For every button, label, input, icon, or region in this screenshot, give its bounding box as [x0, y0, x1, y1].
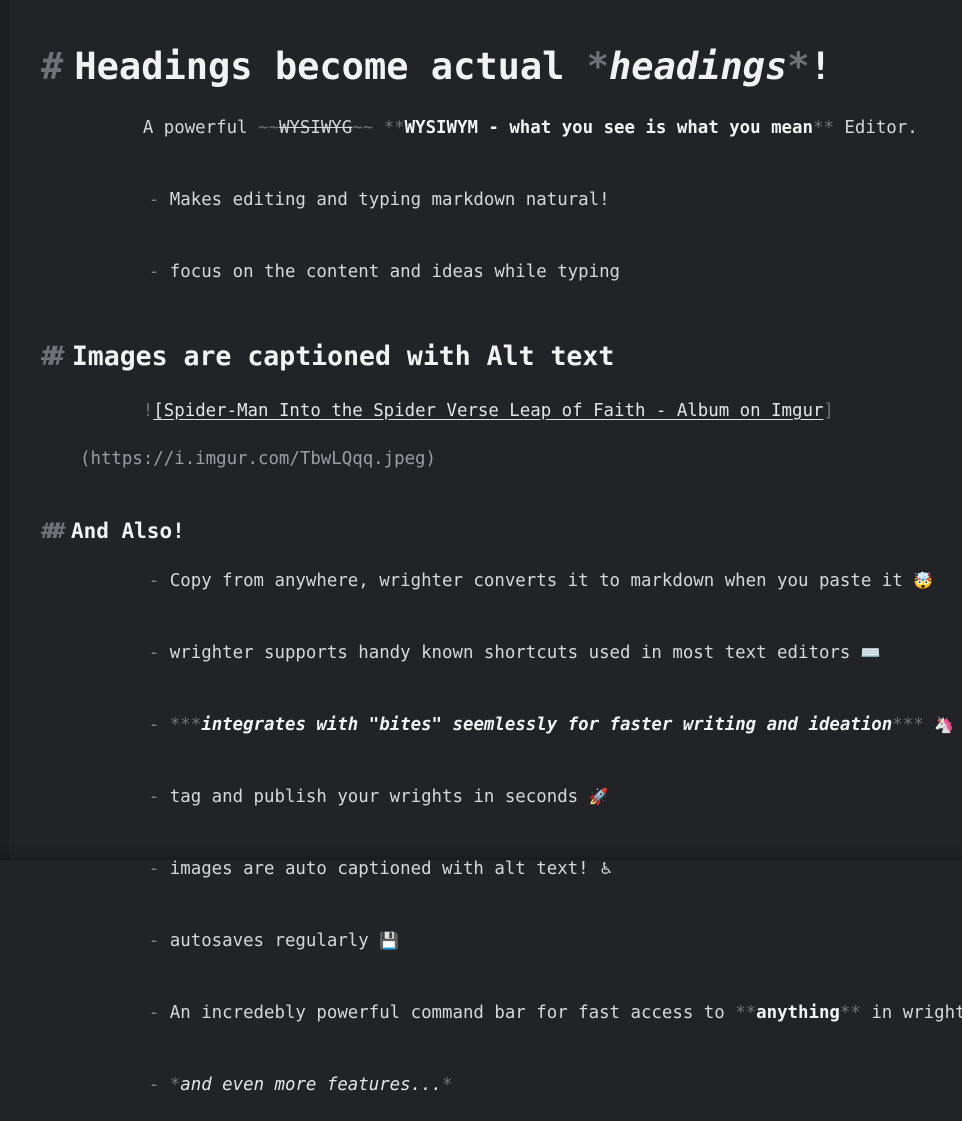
list-bullet-dash: - — [148, 1075, 160, 1095]
list-item-gap — [159, 787, 169, 807]
heading-1-text: Headings become actual — [74, 45, 587, 88]
exploding-head-emoji: 🤯 — [913, 571, 934, 590]
markdown-document[interactable]: # Headings become actual * headings *! A po… — [0, 0, 962, 1121]
heading-1-emphasis-text: headings — [609, 45, 788, 88]
list-item[interactable]: - images are auto captioned with alt tex… — [0, 833, 962, 905]
list-item-gap — [159, 1003, 169, 1023]
list-item[interactable]: - Makes editing and typing markdown natu… — [0, 164, 962, 236]
list-item-text: Makes editing and typing markdown natura… — [169, 190, 610, 210]
list-bullet-dash: - — [148, 643, 160, 663]
heading-3-text: And Also! — [70, 519, 185, 543]
heading-1-text-tail: ! — [809, 45, 832, 88]
bolditalic-close-marker: *** — [892, 715, 924, 735]
image-bang-marker: ! — [142, 401, 154, 421]
keyboard-emoji: ⌨️ — [860, 643, 881, 662]
list-item[interactable]: - autosaves regularly 💾 — [0, 905, 962, 977]
list-item-gap — [159, 571, 169, 591]
rocket-emoji: 🚀 — [588, 787, 609, 806]
list-item-gap — [159, 859, 169, 879]
unicorn-emoji: 🦄 — [934, 715, 955, 734]
paragraph-space — [373, 118, 383, 138]
list-item-gap — [159, 931, 169, 951]
list-item-text: tag and publish your wrights in seconds — [169, 787, 589, 807]
heading-2-hash-marker: ## — [41, 341, 64, 372]
bold-close-marker: ** — [812, 118, 834, 138]
list-bullet-dash: - — [148, 190, 160, 210]
paragraph-lead-text: A powerful — [142, 118, 258, 138]
image-bracket-close-marker: ] — [823, 401, 834, 421]
italic-open-marker: * — [169, 1075, 181, 1095]
heading-1-emphasis-close-marker: * — [787, 45, 810, 88]
list-bullet-dash: - — [148, 787, 160, 807]
bold-text-anything: anything — [756, 1003, 840, 1023]
image-url-text[interactable]: (https://i.imgur.com/TbwLQqq.jpeg) — [0, 447, 962, 471]
heading-level-1[interactable]: # Headings become actual * headings *! — [0, 42, 962, 92]
strikethrough-close-marker: ~~ — [352, 118, 374, 138]
list-item-text: Copy from anywhere, wrighter converts it… — [169, 571, 914, 591]
bold-open-marker: ** — [383, 118, 405, 138]
list-item-label — [159, 190, 169, 210]
list-item-text: focus on the content and ideas while typ… — [169, 262, 621, 282]
list-item-gap — [159, 715, 169, 735]
top-spacer — [0, 0, 962, 42]
image-alt-text-link[interactable]: Spider-Man Into the Spider Verse Leap of… — [164, 401, 824, 421]
list-item-text: An incredebly powerful command bar for f… — [169, 1003, 736, 1023]
strikethrough-open-marker: ~~ — [258, 118, 279, 138]
image-bracket-open-marker: [ — [153, 401, 164, 421]
list-bullet-dash: - — [148, 715, 160, 735]
list-item[interactable]: - tag and publish your wrights in second… — [0, 761, 962, 833]
markdown-editor-surface[interactable]: # Headings become actual * headings *! A po… — [0, 0, 962, 1095]
bolditalic-text-bites: integrates with "bites" seemlessly for f… — [201, 715, 893, 735]
list-bullet-dash: - — [148, 1003, 160, 1023]
list-item-text: wrighter supports handy known shortcuts … — [169, 643, 861, 663]
list-item-label — [159, 262, 169, 282]
bold-close-marker: ** — [839, 1003, 861, 1023]
list-item-gap — [924, 715, 934, 735]
list-bullet-dash: - — [148, 859, 160, 879]
strikethrough-text: WYSIWYG — [278, 118, 353, 138]
image-markdown-line[interactable]: ![Spider-Man Into the Spider Verse Leap … — [0, 375, 962, 447]
list-item[interactable]: - An incredebly powerful command bar for… — [0, 977, 962, 1049]
floppy-disk-emoji: 💾 — [379, 931, 400, 950]
heading-3-hash-marker: ### — [41, 519, 65, 543]
paragraph-wysiwym[interactable]: A powerful ~~WYSIWYG~~ **WYSIWYM - what … — [0, 92, 962, 164]
list-bullet-dash: - — [148, 571, 160, 591]
italic-text-more-features: and even more features... — [180, 1075, 443, 1095]
list-item[interactable]: - ***integrates with "bites" seemlessly … — [0, 689, 962, 761]
list-item[interactable]: - focus on the content and ideas while t… — [0, 236, 962, 308]
list-item[interactable]: - *and even more features...* — [0, 1049, 962, 1121]
list-item-gap — [159, 643, 169, 663]
bold-open-marker: ** — [735, 1003, 757, 1023]
heading-2-spacer — [0, 308, 962, 339]
heading-3-spacer — [0, 471, 962, 517]
heading-2-text: Images are captioned with Alt text — [71, 341, 615, 372]
bolditalic-open-marker: *** — [169, 715, 202, 735]
list-item[interactable]: - wrighter supports handy known shortcut… — [0, 617, 962, 689]
list-item-gap — [159, 1075, 169, 1095]
list-bullet-dash: - — [148, 931, 160, 951]
heading-level-2[interactable]: ## Images are captioned with Alt text — [0, 339, 962, 375]
italic-close-marker: * — [442, 1075, 453, 1095]
bold-text-wysiwym: WYSIWYM - what you see is what you mean — [404, 118, 813, 138]
list-item-text: images are auto captioned with alt text! — [169, 859, 600, 879]
list-item[interactable]: - Copy from anywhere, wrighter converts … — [0, 545, 962, 617]
list-bullet-dash: - — [148, 262, 160, 282]
heading-1-hash-marker: # — [41, 45, 64, 88]
list-item-text-tail: in wrighter — [871, 1003, 962, 1023]
paragraph-tail-text: Editor. — [833, 118, 918, 138]
heading-1-emphasis-open-marker: * — [586, 45, 610, 88]
heading-level-3[interactable]: ### And Also! — [0, 517, 962, 545]
accessibility-emoji: ♿ — [599, 859, 614, 878]
list-item-text: autosaves regularly — [169, 931, 380, 951]
